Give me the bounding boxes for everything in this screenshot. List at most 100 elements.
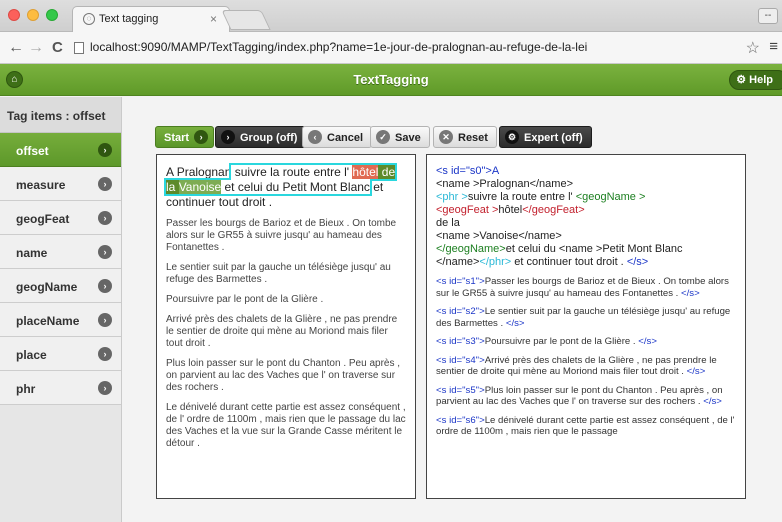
app-header: ⌂ TextTagging ⚙ Help	[0, 64, 782, 96]
page-icon	[74, 42, 84, 54]
xml-tag: </s>	[638, 336, 657, 347]
group-label: Group (off)	[240, 132, 298, 144]
back-arrow-icon[interactable]: ←	[8, 39, 24, 57]
forward-arrow-icon[interactable]: →	[28, 39, 44, 57]
expert-label: Expert (off)	[524, 132, 583, 144]
xml-tag: <name >	[436, 230, 480, 242]
xml-tag: <s id="s3">	[436, 336, 485, 347]
sidebar-item-name[interactable]: name ›	[0, 235, 121, 269]
window-menu-button[interactable]: --	[758, 8, 778, 24]
paragraph[interactable]: Poursuivre par le pont de la Glière .	[166, 294, 406, 306]
tab-title: Text tagging	[99, 13, 159, 25]
xml-tag: </name>	[436, 256, 480, 268]
paragraph[interactable]: Le sentier suit par la gauche un télésiè…	[166, 262, 406, 286]
text-token[interactable]: et celui du Petit Mont Blanc	[221, 180, 370, 194]
gear-icon: ⚙	[505, 130, 519, 144]
sidebar-item-offset[interactable]: offset ›	[0, 133, 121, 167]
token-pralognan[interactable]: Pralognan	[177, 165, 232, 179]
xml-text: Pralognan	[479, 178, 530, 190]
xml-tag: <s id="s1">	[436, 276, 485, 287]
tab-close-icon[interactable]: ×	[210, 12, 217, 26]
close-icon: ✕	[439, 130, 453, 144]
xml-tag: <geogName >	[575, 191, 646, 203]
cancel-button[interactable]: ‹ Cancel	[302, 126, 373, 148]
xml-tag: <name >	[558, 243, 603, 255]
app-title: TextTagging	[353, 72, 429, 87]
sidebar-item-geogname[interactable]: geogName ›	[0, 269, 121, 303]
xml-sentence: <s id="s3">Poursuivre par le pont de la …	[436, 336, 736, 348]
xml-tag: </s>	[505, 317, 525, 329]
xml-text: suivre la route entre l'	[467, 191, 576, 203]
paragraph[interactable]: Passer les bourgs de Barioz et de Bieux …	[166, 218, 406, 254]
xml-text: Poursuivre par le pont de la Glière .	[484, 336, 639, 347]
xml-tag: </s>	[626, 256, 649, 268]
save-button[interactable]: ✓ Save	[370, 126, 430, 148]
chevron-right-icon: ›	[98, 347, 112, 361]
xml-tag: </geogFeat>	[522, 204, 585, 216]
xml-tag: </geogName>	[436, 243, 506, 255]
sidebar-item-label: offset	[16, 144, 49, 158]
xml-sentence: <s id="s6">Le dénivelé durant cette part…	[436, 415, 736, 438]
sidebar-item-geogfeat[interactable]: geogFeat ›	[0, 201, 121, 235]
text-token[interactable]: suivre la route entre l'	[231, 165, 352, 179]
expert-button[interactable]: ⚙ Expert (off)	[499, 126, 592, 148]
sidebar-item-label: geogName	[16, 280, 78, 294]
text-panel[interactable]: A Pralognan suivre la route entre l' hôt…	[156, 154, 416, 499]
xml-text: hôtel	[498, 204, 523, 216]
browser-tab-bar: ◌ Text tagging × --	[0, 0, 782, 32]
xml-text: Vanoise	[479, 230, 519, 242]
xml-text: et celui du	[505, 243, 559, 255]
chevron-right-icon: ›	[194, 130, 209, 144]
browser-tab[interactable]: ◌ Text tagging ×	[72, 6, 230, 32]
xml-tag: <phr >	[436, 191, 468, 203]
chevron-left-icon: ‹	[308, 130, 322, 144]
sidebar-heading: Tag items : offset	[0, 97, 121, 133]
help-button[interactable]: ⚙ Help	[729, 70, 782, 90]
chevron-right-icon: ›	[221, 130, 235, 144]
sidebar-item-label: placeName	[16, 314, 80, 328]
paragraph[interactable]: Arrivé près des chalets de la Glière , n…	[166, 314, 406, 350]
xml-tag: </s>	[686, 366, 706, 377]
xml-sentence: <s id="s2">Le sentier suit par la gauche…	[436, 306, 736, 329]
name-highlight[interactable]: Vanoise	[178, 180, 222, 194]
xml-tag: <s id="s0">A	[436, 165, 500, 177]
sidebar-item-measure[interactable]: measure ›	[0, 167, 121, 201]
zoom-window-button[interactable]	[46, 9, 58, 21]
group-button[interactable]: › Group (off)	[215, 126, 307, 148]
help-label: Help	[749, 74, 773, 86]
reset-button[interactable]: ✕ Reset	[433, 126, 497, 148]
check-icon: ✓	[376, 130, 390, 144]
bookmark-star-icon[interactable]: ☆	[746, 38, 760, 58]
xml-tag: <name >	[436, 178, 480, 190]
text-token[interactable]: A	[166, 165, 177, 179]
new-tab-button[interactable]	[221, 10, 271, 30]
chevron-right-icon: ›	[98, 313, 112, 327]
sidebar-item-label: place	[16, 348, 47, 362]
favicon-icon: ◌	[83, 13, 95, 25]
chevron-right-icon: ›	[98, 177, 112, 191]
browser-menu-icon[interactable]: ≡	[769, 38, 778, 55]
close-window-button[interactable]	[8, 9, 20, 21]
start-button[interactable]: Start ›	[155, 126, 215, 148]
geogfeat-highlight[interactable]: hôtel	[352, 165, 379, 179]
first-sentence[interactable]: A Pralognan suivre la route entre l' hôt…	[163, 163, 406, 210]
minimize-window-button[interactable]	[27, 9, 39, 21]
xml-panel[interactable]: <s id="s0">A <name >Pralognan</name> <ph…	[426, 154, 746, 499]
sidebar-item-label: phr	[16, 382, 36, 396]
xml-sentence: <s id="s5">Plus loin passer sur le pont …	[436, 385, 736, 408]
sidebar-item-place[interactable]: place ›	[0, 337, 121, 371]
paragraph[interactable]: Le dénivelé durant cette partie est asse…	[166, 402, 406, 450]
xml-tag: </name>	[518, 230, 562, 242]
sidebar-item-phr[interactable]: phr ›	[0, 371, 121, 405]
chevron-right-icon: ›	[98, 279, 112, 293]
sidebar-item-placename[interactable]: placeName ›	[0, 303, 121, 337]
reload-icon[interactable]: C	[52, 39, 63, 56]
chevron-right-icon: ›	[98, 143, 112, 157]
paragraph[interactable]: Plus loin passer sur le pont du Chanton …	[166, 358, 406, 394]
browser-nav-bar: ← → C localhost:9090/MAMP/TextTagging/in…	[0, 32, 782, 64]
chevron-right-icon: ›	[98, 381, 112, 395]
xml-tag: </name>	[529, 178, 573, 190]
xml-tag: <s id="s2">	[436, 306, 485, 317]
xml-tag: <s id="s6">	[436, 414, 485, 426]
url-field[interactable]: localhost:9090/MAMP/TextTagging/index.ph…	[90, 40, 587, 54]
